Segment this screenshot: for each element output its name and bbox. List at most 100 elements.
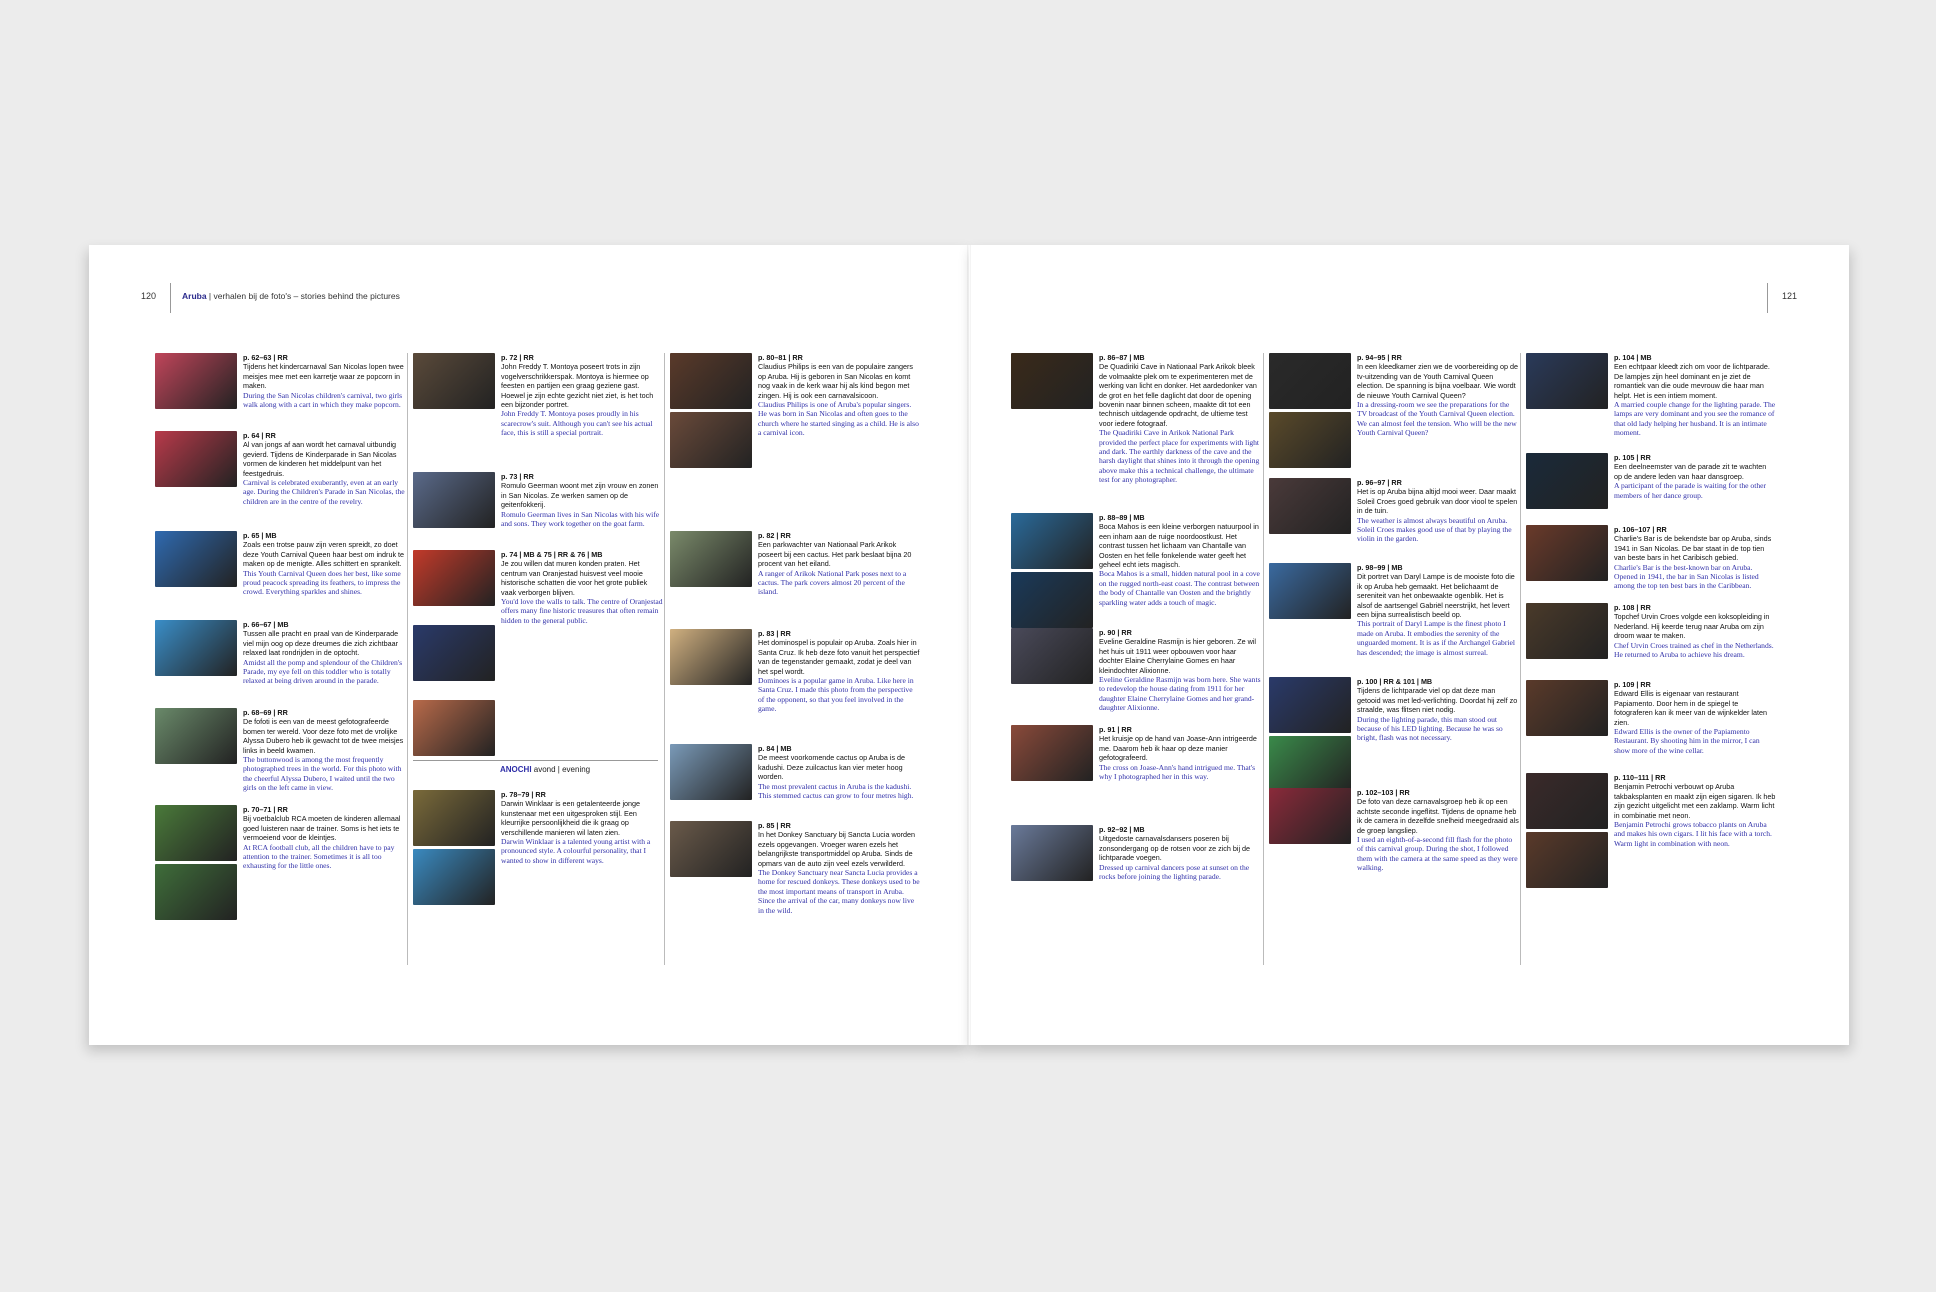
- caption-dutch: Claudius Philips is een van de populaire…: [758, 362, 914, 400]
- caption-text: p. 109 | RR Edward Ellis is eigenaar van …: [1614, 680, 1776, 755]
- photo-thumbnail: [1269, 736, 1351, 792]
- caption-heading: p. 74 | MB & 75 | RR & 76 | MB: [501, 550, 603, 559]
- caption-dutch: Dit portret van Daryl Lampe is de mooist…: [1357, 572, 1515, 620]
- caption-text: p. 73 | RR Romulo Geerman woont met zijn …: [501, 472, 663, 528]
- caption-dutch: Romulo Geerman woont met zijn vrouw en z…: [501, 481, 659, 510]
- caption-dutch: Benjamin Petrochi verbouwt op Aruba takb…: [1614, 782, 1776, 820]
- thumbnail-group: [1526, 453, 1608, 512]
- caption-text: p. 106–107 | RR Charlie's Bar is de beken…: [1614, 525, 1776, 591]
- caption-text: p. 65 | MB Zoals een trotse pauw zijn ver…: [243, 531, 405, 597]
- photo-thumbnail: [670, 412, 752, 468]
- caption-dutch: Uitgedoste carnavalsdansers poseren bij …: [1099, 834, 1251, 863]
- caption-english: A ranger of Arikok National Park poses n…: [758, 568, 907, 597]
- caption-dutch: Een echtpaar kleedt zich om voor de lich…: [1614, 362, 1770, 400]
- thumbnail-group: [670, 629, 752, 688]
- photo-thumbnail: [1269, 788, 1351, 844]
- caption-dutch: De foto van deze carnavalsgroep heb ik o…: [1357, 797, 1519, 835]
- left-page: 120 Aruba | verhalen bij de foto's – sto…: [89, 245, 969, 1045]
- photo-thumbnail: [1269, 478, 1351, 534]
- caption-text: p. 110–111 | RR Benjamin Petrochi verbouw…: [1614, 773, 1776, 848]
- caption-dutch: De Quadiriki Cave in Nationaal Park Arik…: [1099, 362, 1257, 428]
- caption-heading: p. 102–103 | RR: [1357, 788, 1410, 797]
- caption-english: Amidst all the pomp and splendour of the…: [243, 657, 403, 686]
- caption-dutch: Edward Ellis is eigenaar van restaurant …: [1614, 689, 1768, 727]
- thumbnail-group: [1011, 825, 1093, 884]
- photo-thumbnail: [1526, 353, 1608, 409]
- thumbnail-group: [1011, 628, 1093, 687]
- caption-dutch: Tijdens de lichtparade viel op dat deze …: [1357, 686, 1518, 715]
- caption-text: p. 91 | RR Het kruisje op de hand van Joa…: [1099, 725, 1261, 781]
- caption-text: p. 94–95 | RR In een kleedkamer zien we d…: [1357, 353, 1519, 438]
- running-head-subtitle: | verhalen bij de foto's – stories behin…: [206, 291, 400, 301]
- column-divider: [664, 353, 665, 965]
- section-label-subtitle: avond | evening: [531, 765, 591, 774]
- photo-thumbnail: [1011, 628, 1093, 684]
- photo-thumbnail: [1269, 563, 1351, 619]
- caption-heading: p. 100 | RR & 101 | MB: [1357, 677, 1433, 686]
- thumbnail-group: [1011, 353, 1093, 412]
- caption-dutch: Je zou willen dat muren konden praten. H…: [501, 559, 648, 597]
- thumbnail-group: [1269, 478, 1351, 537]
- caption-english: The cross on Joase-Ann's hand intrigued …: [1099, 762, 1256, 782]
- photo-thumbnail: [670, 744, 752, 800]
- caption-english: During the lighting parade, this man sto…: [1357, 714, 1503, 743]
- caption-heading: p. 88–89 | MB: [1099, 513, 1145, 522]
- caption-english: During the San Nicolas children's carniv…: [243, 390, 403, 410]
- caption-heading: p. 83 | RR: [758, 629, 791, 638]
- caption-text: p. 96–97 | RR Het is op Aruba bijna altij…: [1357, 478, 1519, 544]
- thumbnail-group: [155, 708, 237, 767]
- section-label: ANOCHI avond | evening: [500, 765, 590, 774]
- caption-heading: p. 66–67 | MB: [243, 620, 289, 629]
- thumbnail-group: [155, 805, 237, 923]
- photo-thumbnail: [670, 821, 752, 877]
- caption-heading: p. 106–107 | RR: [1614, 525, 1667, 534]
- caption-heading: p. 86–87 | MB: [1099, 353, 1145, 362]
- caption-english: You'd love the walls to talk. The centre…: [501, 597, 663, 625]
- caption-dutch: Charlie's Bar is de bekendste bar op Aru…: [1614, 534, 1772, 563]
- thumbnail-group: [1269, 563, 1351, 622]
- caption-heading: p. 105 | RR: [1614, 453, 1651, 462]
- running-head-title: Aruba: [182, 291, 207, 301]
- photo-thumbnail: [413, 790, 495, 846]
- caption-english: In a dressing-room we see the preparatio…: [1357, 400, 1517, 438]
- photo-thumbnail: [413, 625, 495, 681]
- caption-english: Charlie's Bar is the best-known bar on A…: [1614, 562, 1759, 591]
- caption-heading: p. 108 | RR: [1614, 603, 1651, 612]
- page-number-right: 121: [1781, 291, 1797, 301]
- photo-thumbnail: [670, 353, 752, 409]
- column-divider: [407, 353, 408, 965]
- caption-english: Boca Mahos is a small, hidden natural po…: [1099, 569, 1260, 607]
- photo-thumbnail: [413, 472, 495, 528]
- caption-text: p. 90 | RR Eveline Geraldine Rasmijn is h…: [1099, 628, 1261, 713]
- photo-thumbnail: [1011, 572, 1093, 628]
- caption-text: p. 64 | RR Al van jongs af aan wordt het …: [243, 431, 405, 506]
- photo-thumbnail: [413, 700, 495, 756]
- photo-thumbnail: [1526, 453, 1608, 509]
- caption-dutch: Een deelneemster van de parade zit te wa…: [1614, 462, 1767, 481]
- photo-thumbnail: [155, 353, 237, 409]
- page-number-left: 120: [141, 291, 157, 301]
- thumbnail-group: [670, 821, 752, 880]
- caption-heading: p. 62–63 | RR: [243, 353, 288, 362]
- caption-dutch: Darwin Winklaar is een getalenteerde jon…: [501, 799, 641, 837]
- photo-thumbnail: [1526, 773, 1608, 829]
- caption-text: p. 88–89 | MB Boca Mahos is een kleine ve…: [1099, 513, 1261, 607]
- caption-text: p. 82 | RR Een parkwachter van Nationaal …: [758, 531, 920, 597]
- caption-text: p. 80–81 | RR Claudius Philips is een van…: [758, 353, 920, 438]
- photo-thumbnail: [155, 431, 237, 487]
- caption-heading: p. 92–92 | MB: [1099, 825, 1145, 834]
- caption-heading: p. 65 | MB: [243, 531, 277, 540]
- caption-text: p. 104 | MB Een echtpaar kleedt zich om v…: [1614, 353, 1776, 438]
- caption-english: Edward Ellis is the owner of the Papiame…: [1614, 727, 1760, 755]
- caption-text: p. 86–87 | MB De Quadiriki Cave in Nation…: [1099, 353, 1261, 485]
- running-head: Aruba | verhalen bij de foto's – stories…: [182, 291, 400, 301]
- thumbnail-group: [1526, 773, 1608, 891]
- thumbnail-group: [1269, 788, 1351, 847]
- thumbnail-group: [1011, 513, 1093, 631]
- thumbnail-group: [413, 472, 495, 531]
- caption-heading: p. 104 | MB: [1614, 353, 1652, 362]
- caption-heading: p. 109 | RR: [1614, 680, 1651, 689]
- thumbnail-group: [1526, 353, 1608, 412]
- caption-text: p. 92–92 | MB Uitgedoste carnavalsdansers…: [1099, 825, 1261, 881]
- caption-text: p. 98–99 | MB Dit portret van Daryl Lampe…: [1357, 563, 1519, 657]
